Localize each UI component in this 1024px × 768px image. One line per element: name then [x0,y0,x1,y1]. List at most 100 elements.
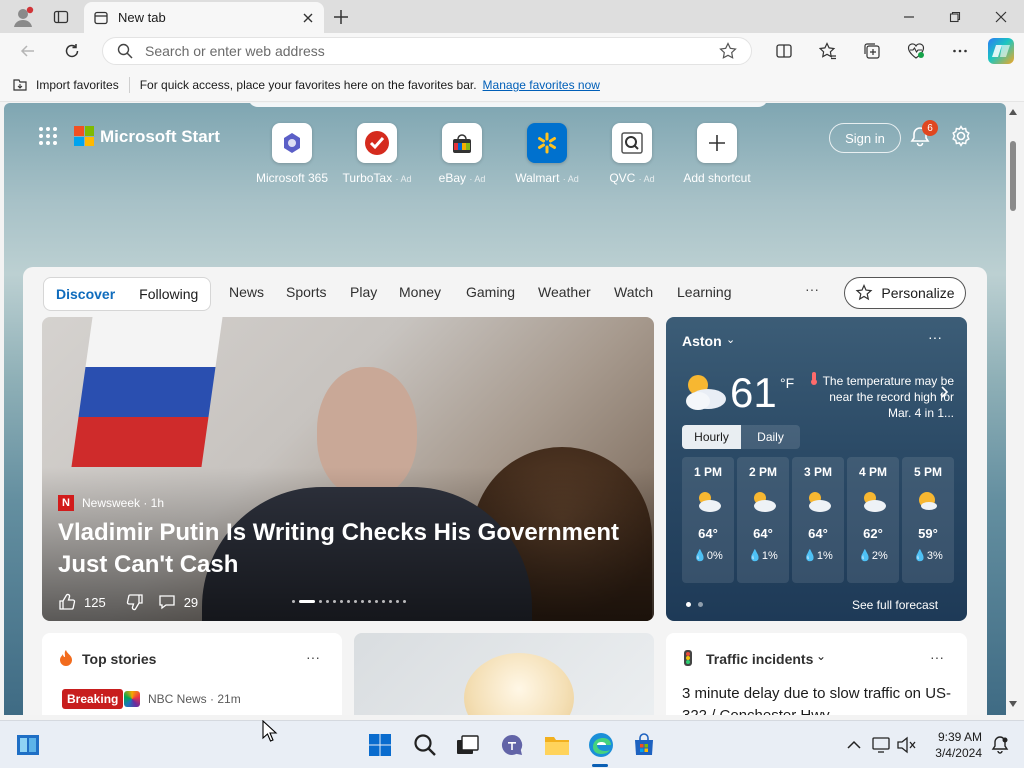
weather-alert[interactable]: The temperature may be near the record h… [806,371,954,421]
nav-more-button[interactable]: ··· [805,281,819,297]
breaking-badge: Breaking [62,689,124,709]
nav-gaming[interactable]: Gaming [466,284,515,300]
traffic-headline[interactable]: 3 minute delay due to slow traffic on US… [682,683,954,715]
volume-button[interactable] [892,731,920,759]
nav-play[interactable]: Play [350,284,377,300]
notification-badge: 6 [922,120,938,136]
scroll-down-icon[interactable] [1009,701,1017,707]
store-icon [635,733,653,755]
hour-forecast[interactable]: 1 PM 64° 💧0% [682,457,734,583]
new-tab-button[interactable] [328,0,354,33]
shortcut-ebay[interactable]: eBay · Ad [417,123,507,185]
hour-forecast[interactable]: 2 PM 64° 💧1% [737,457,789,583]
top-stories-more-button[interactable]: ··· [306,649,320,665]
settings-and-more-button[interactable] [946,37,974,65]
store-button[interactable] [630,731,658,759]
start-button[interactable] [366,731,394,759]
teams-chat-button[interactable] [498,731,526,759]
tab-hourly[interactable]: Hourly [682,425,741,449]
search-box-edge[interactable] [248,103,768,107]
profile-button[interactable] [8,0,38,33]
copilot-button[interactable] [988,38,1014,64]
comment-icon[interactable] [158,593,176,611]
news-feed: Discover Following News Sports Play Mone… [23,267,987,715]
nav-weather[interactable]: Weather [538,284,591,300]
chevron-down-icon[interactable]: ⌄ [726,333,735,346]
minimize-button[interactable] [890,0,928,33]
hour-temperature: 64° [753,526,773,541]
file-explorer-button[interactable] [543,731,571,759]
close-window-button[interactable] [982,0,1020,33]
weather-pager[interactable] [686,602,710,607]
manage-favorites-link[interactable]: Manage favorites now [483,78,600,92]
split-screen-button[interactable] [770,37,798,65]
carousel-dots[interactable] [292,600,410,603]
widgets-button[interactable] [14,731,42,759]
personalize-button[interactable]: Personalize [844,277,966,309]
hero-story[interactable]: N Newsweek · 1h Vladimir Putin Is Writin… [42,317,654,621]
import-favorites-button[interactable]: Import favorites [12,77,119,93]
weather-card[interactable]: Aston ⌄ ··· 61 °F The temperature may be… [666,317,967,621]
restore-button[interactable] [936,0,974,33]
browser-essentials-button[interactable] [902,37,930,65]
search-button[interactable] [411,731,439,759]
taskbar: 9:39 AM 3/4/2024 [0,720,1024,768]
network-icon [872,737,890,753]
sign-in-button[interactable]: Sign in [829,123,901,153]
thumbs-up-icon[interactable] [58,593,76,611]
tab-discover[interactable]: Discover [44,286,127,302]
nav-sports[interactable]: Sports [286,284,326,300]
notification-center-button[interactable] [986,731,1014,759]
scroll-up-icon[interactable] [1009,109,1017,115]
hour-forecast[interactable]: 5 PM 59° 💧3% [902,457,954,583]
add-shortcut-button[interactable]: Add shortcut [672,123,762,185]
nav-money[interactable]: Money [399,284,441,300]
brand-title[interactable]: Microsoft Start [100,127,220,147]
weather-city[interactable]: Aston [682,333,722,349]
shortcut-turbotax[interactable]: TurboTax · Ad [332,123,422,185]
hero-source-label: Newsweek · 1h [82,496,165,510]
shortcut-qvc[interactable]: QVC · Ad [587,123,677,185]
shortcut-microsoft-365[interactable]: Microsoft 365 [247,123,337,185]
system-clock[interactable]: 9:39 AM 3/4/2024 [926,729,982,761]
plus-icon [334,9,348,24]
hero-headline[interactable]: Vladimir Putin Is Writing Checks His Gov… [58,517,628,581]
edge-button[interactable] [587,731,615,759]
traffic-card[interactable]: Traffic incidents ⌄ ··· 3 minute delay d… [666,633,967,715]
app-launcher-icon[interactable] [38,126,58,146]
collections-button[interactable] [858,37,886,65]
temperature-unit[interactable]: °F [780,375,794,391]
thumbs-down-icon[interactable] [126,593,144,611]
see-full-forecast-link[interactable]: See full forecast [852,598,938,612]
gear-icon[interactable] [950,125,972,147]
shortcut-walmart[interactable]: Walmart · Ad [502,123,592,185]
tab-following[interactable]: Following [127,286,210,302]
collections-icon [864,43,880,59]
chevron-right-icon[interactable] [940,385,950,399]
tab-new-tab[interactable]: New tab [84,2,324,33]
traffic-more-button[interactable]: ··· [930,649,944,665]
title-bar: New tab [0,0,1024,33]
chevron-down-icon[interactable]: ⌄ [816,649,826,663]
nav-learning[interactable]: Learning [677,284,732,300]
page-scrollbar[interactable] [1006,103,1020,715]
top-stories-card[interactable]: Top stories ··· Breaking NBC News · 21m [42,633,342,715]
close-tab-icon[interactable] [302,12,314,24]
show-hidden-icons-button[interactable] [840,731,868,759]
favorites-button[interactable] [814,37,842,65]
weather-more-button[interactable]: ··· [928,329,942,345]
address-bar[interactable]: Search or enter web address [102,37,752,65]
tab-daily[interactable]: Daily [741,425,800,449]
hour-forecast[interactable]: 3 PM 64° 💧1% [792,457,844,583]
nav-watch[interactable]: Watch [614,284,653,300]
image-story-card[interactable] [354,633,654,715]
back-button[interactable] [14,37,42,65]
hour-forecast[interactable]: 4 PM 62° 💧2% [847,457,899,583]
scrollbar-thumb[interactable] [1010,141,1016,211]
nav-news[interactable]: News [229,284,264,300]
star-icon[interactable] [719,42,737,60]
tab-actions-button[interactable] [46,0,76,33]
refresh-button[interactable] [58,37,86,65]
task-view-icon [457,735,479,754]
task-view-button[interactable] [454,731,482,759]
